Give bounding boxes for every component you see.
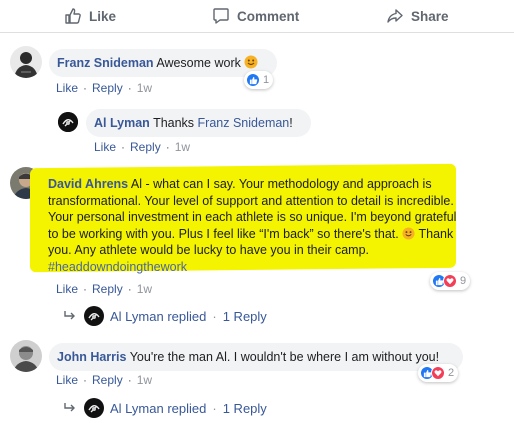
reply-timestamp[interactable]: 1w [175, 140, 190, 154]
love-reaction-icon [443, 274, 457, 288]
al-lyman-avatar-icon [84, 306, 104, 326]
like-reaction-icon [246, 73, 260, 87]
comment-timestamp[interactable]: 1w [137, 81, 152, 95]
post-action-bar: Like Comment Share [0, 0, 514, 33]
comment-reply-link[interactable]: Reply [92, 373, 123, 387]
reply-mention[interactable]: Franz Snideman [198, 116, 290, 130]
share-arrow-icon [387, 9, 403, 23]
comment-text: Awesome work [156, 56, 241, 70]
like-label: Like [89, 8, 117, 24]
reaction-count: 9 [460, 275, 467, 287]
comment-label: Comment [237, 8, 300, 24]
love-reaction-icon [431, 366, 445, 380]
reply-like-link[interactable]: Like [94, 140, 116, 154]
replied-name: Al Lyman [110, 400, 164, 416]
avatar[interactable] [10, 340, 42, 372]
comment-bubble: David Ahrens Al - what can I say. Your m… [48, 176, 462, 276]
replied-name: Al Lyman [110, 308, 164, 324]
comment-reply-link[interactable]: Reply [92, 81, 123, 95]
reply-bubble: Al Lyman Thanks Franz Snideman! [86, 109, 311, 137]
comment-reply-link[interactable]: Reply [92, 282, 123, 296]
view-replies-link[interactable]: Al Lyman replied · 1 Reply [64, 306, 267, 326]
reaction-count-badge[interactable]: 1 [244, 71, 274, 89]
reaction-count-badge[interactable]: 2 [418, 364, 459, 382]
avatar[interactable] [10, 46, 42, 78]
smiling-emoji-icon [402, 227, 415, 240]
reaction-count: 2 [448, 367, 455, 379]
share-label: Share [411, 8, 449, 24]
comment-actions: Like · Reply · 1w [56, 282, 153, 296]
comment-like-link[interactable]: Like [56, 81, 78, 95]
reaction-count-badge[interactable]: 9 [430, 272, 471, 290]
reply-arrow-icon [64, 311, 75, 320]
hashtag-link[interactable]: #headdowndoingthework [48, 260, 187, 274]
comment-timestamp[interactable]: 1w [137, 373, 152, 387]
comment-like-link[interactable]: Like [56, 373, 78, 387]
thumbs-up-icon [65, 8, 81, 24]
view-replies-link[interactable]: Al Lyman replied · 1 Reply [64, 398, 267, 418]
comment-author[interactable]: John Harris [57, 350, 126, 364]
al-lyman-avatar-icon [84, 398, 104, 418]
reply-reply-link[interactable]: Reply [130, 140, 161, 154]
avatar[interactable] [58, 112, 78, 132]
comment-actions: Like · Reply · 1w [56, 81, 153, 95]
like-button[interactable]: Like [64, 4, 116, 28]
reply-arrow-icon [64, 403, 75, 412]
reply-text: Thanks [153, 116, 195, 130]
share-button[interactable]: Share [386, 4, 449, 28]
reply-text-suffix: ! [289, 116, 293, 130]
speech-bubble-icon [213, 8, 229, 24]
smiling-emoji-icon [244, 55, 258, 69]
replies-count: 1 Reply [222, 308, 267, 324]
comment-like-link[interactable]: Like [56, 282, 78, 296]
comment-author[interactable]: Franz Snideman [57, 56, 154, 70]
franz-avatar-image [10, 46, 42, 78]
reply-author[interactable]: Al Lyman [94, 116, 150, 130]
comment-bubble: John Harris You're the man Al. I wouldn'… [49, 343, 463, 371]
reaction-count: 1 [263, 74, 270, 86]
comment-bubble: Franz Snideman Awesome work [49, 49, 277, 77]
comment-author[interactable]: David Ahrens [48, 177, 128, 191]
replied-word: replied [167, 308, 207, 324]
replies-count: 1 Reply [222, 400, 267, 416]
al-lyman-avatar-image [58, 112, 78, 132]
john-avatar-image [10, 340, 42, 372]
comment-actions: Like · Reply · 1w [56, 373, 153, 387]
comment-button[interactable]: Comment [212, 4, 299, 28]
comment-text: You're the man Al. I wouldn't be where I… [129, 350, 440, 364]
replied-word: replied [167, 400, 207, 416]
comment-timestamp[interactable]: 1w [137, 282, 152, 296]
reply-actions: Like · Reply · 1w [94, 140, 191, 154]
